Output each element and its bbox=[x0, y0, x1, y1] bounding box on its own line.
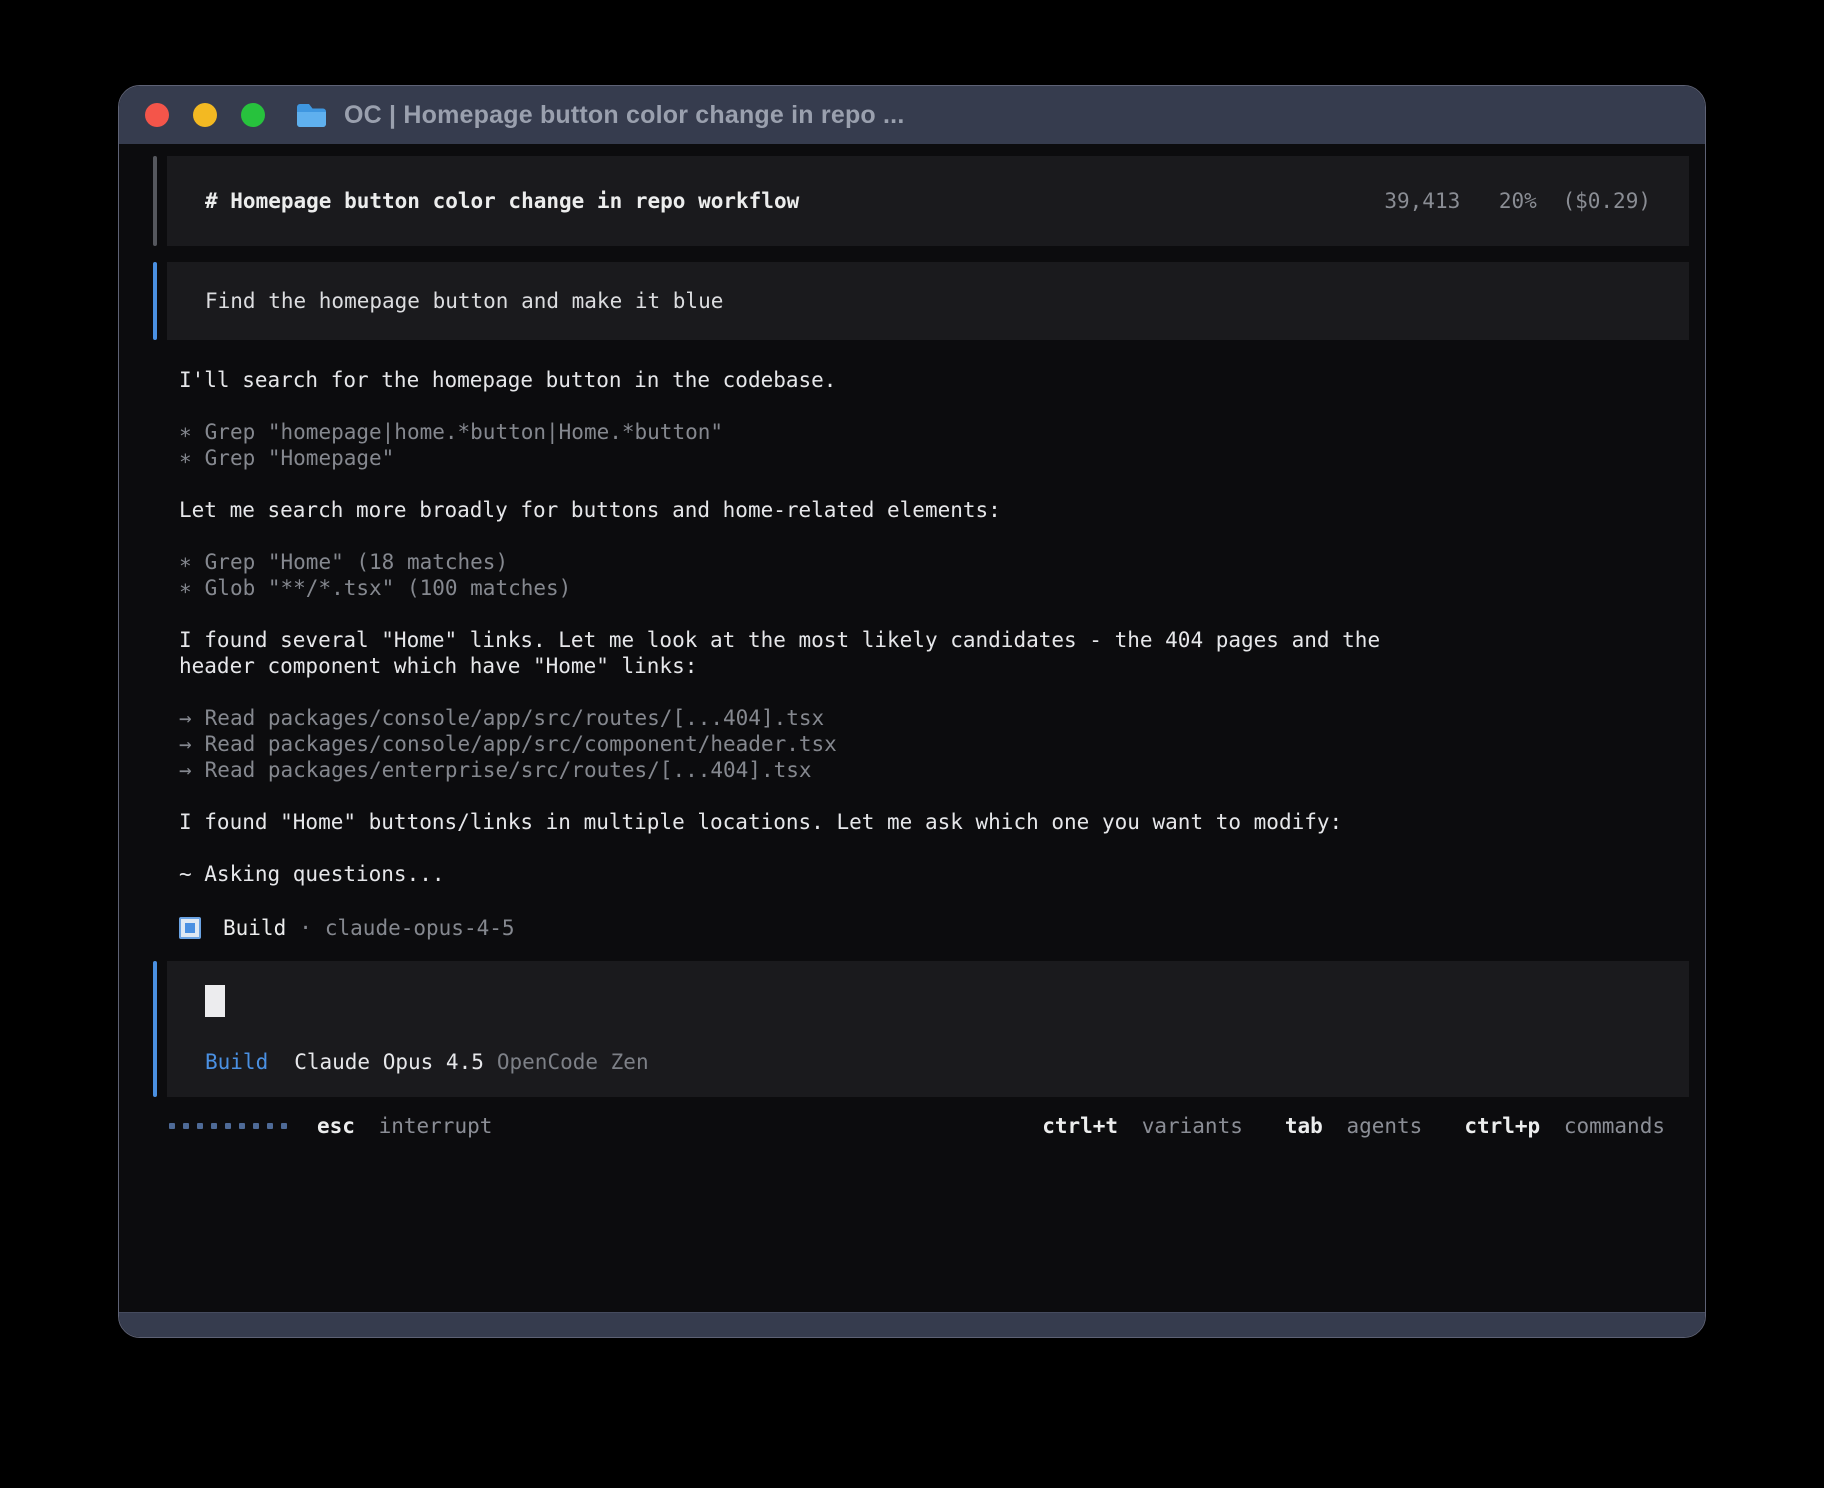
tool-call-text: Glob "**/*.tsx" (100 matches) bbox=[205, 575, 572, 601]
shortcut-key: ctrl+p bbox=[1464, 1114, 1540, 1138]
asterisk-icon: ∗ bbox=[179, 575, 192, 601]
asterisk-icon: ∗ bbox=[179, 419, 192, 445]
spinner-dot bbox=[281, 1123, 287, 1129]
shortcut-key: tab bbox=[1285, 1114, 1323, 1138]
window-title: OC | Homepage button color change in rep… bbox=[344, 101, 904, 130]
asterisk-icon: ∗ bbox=[179, 549, 192, 575]
read-call-item: → Read packages/console/app/src/routes/[… bbox=[179, 705, 1424, 731]
dot-separator: · bbox=[299, 915, 312, 941]
spinner-dot bbox=[239, 1123, 245, 1129]
session-cost: ($0.29) bbox=[1562, 189, 1651, 213]
minimize-button[interactable] bbox=[193, 103, 217, 127]
assistant-text-found-buttons: I found "Home" buttons/links in multiple… bbox=[179, 809, 1424, 835]
close-button[interactable] bbox=[145, 103, 169, 127]
arrow-right-icon: → bbox=[179, 757, 192, 783]
agent-badge: Build · claude-opus-4-5 bbox=[179, 915, 1424, 941]
provider-label: OpenCode Zen bbox=[497, 1049, 649, 1075]
interrupt-label: interrupt bbox=[379, 1114, 493, 1138]
agent-name: Build bbox=[223, 915, 286, 941]
terminal-content: # Homepage button color change in repo w… bbox=[119, 144, 1705, 1312]
tool-call-list: ∗ Grep "Home" (18 matches) ∗ Glob "**/*.… bbox=[179, 549, 1424, 601]
shortcut-commands: ctrl+p commands bbox=[1464, 1113, 1665, 1139]
session-stats: 39,413 20% ($0.29) bbox=[1384, 188, 1651, 214]
esc-key: esc bbox=[317, 1114, 355, 1138]
arrow-right-icon: → bbox=[179, 731, 192, 757]
asterisk-icon: ∗ bbox=[179, 445, 192, 471]
asking-questions-status: ~ Asking questions... bbox=[179, 861, 1424, 887]
input-meta: Build Claude Opus 4.5 OpenCode Zen bbox=[205, 1049, 1651, 1075]
shortcut-action: agents bbox=[1346, 1114, 1422, 1138]
prompt-input[interactable]: Build Claude Opus 4.5 OpenCode Zen bbox=[153, 961, 1689, 1097]
tool-call-item: ∗ Grep "Homepage" bbox=[179, 445, 1424, 471]
assistant-text-intro: I'll search for the homepage button in t… bbox=[179, 367, 1424, 393]
tool-call-text: Grep "homepage|home.*button|Home.*button… bbox=[205, 419, 723, 445]
shortcut-key: ctrl+t bbox=[1042, 1114, 1118, 1138]
assistant-text-found-links: I found several "Home" links. Let me loo… bbox=[179, 627, 1424, 679]
model-label[interactable]: Claude Opus 4.5 bbox=[294, 1049, 484, 1075]
tool-call-text: Grep "Homepage" bbox=[205, 445, 395, 471]
arrow-right-icon: → bbox=[179, 705, 192, 731]
spinner-dot bbox=[169, 1123, 175, 1129]
read-call-text: Read packages/console/app/src/component/… bbox=[205, 731, 837, 757]
session-title: # Homepage button color change in repo w… bbox=[205, 188, 799, 214]
agent-badge-icon bbox=[179, 917, 201, 939]
spinner-dot bbox=[197, 1123, 203, 1129]
assistant-text-broader: Let me search more broadly for buttons a… bbox=[179, 497, 1424, 523]
shortcut-action: variants bbox=[1142, 1114, 1243, 1138]
mode-label[interactable]: Build bbox=[205, 1049, 268, 1075]
folder-icon bbox=[295, 102, 328, 129]
interrupt-hint: esc interrupt bbox=[317, 1113, 492, 1139]
user-message-accent-bar bbox=[153, 262, 157, 340]
tool-call-list: ∗ Grep "homepage|home.*button|Home.*butt… bbox=[179, 419, 1424, 471]
spinner-dot bbox=[183, 1123, 189, 1129]
window-bottom-frame bbox=[119, 1312, 1705, 1337]
token-count: 39,413 bbox=[1384, 189, 1460, 213]
tool-call-item: ∗ Grep "homepage|home.*button|Home.*butt… bbox=[179, 419, 1424, 445]
session-header: # Homepage button color change in repo w… bbox=[153, 156, 1689, 246]
zoom-button[interactable] bbox=[241, 103, 265, 127]
user-message: Find the homepage button and make it blu… bbox=[153, 262, 1689, 340]
titlebar: OC | Homepage button color change in rep… bbox=[119, 86, 1705, 144]
agent-model: claude-opus-4-5 bbox=[325, 915, 515, 941]
shortcut-agents: tab agents bbox=[1285, 1113, 1422, 1139]
read-call-list: → Read packages/console/app/src/routes/[… bbox=[179, 705, 1424, 783]
spinner-dot bbox=[253, 1123, 259, 1129]
terminal-window: OC | Homepage button color change in rep… bbox=[118, 85, 1706, 1338]
transcript: I'll search for the homepage button in t… bbox=[179, 367, 1424, 941]
read-call-text: Read packages/enterprise/src/routes/[...… bbox=[205, 757, 812, 783]
read-call-item: → Read packages/console/app/src/componen… bbox=[179, 731, 1424, 757]
tool-call-item: ∗ Grep "Home" (18 matches) bbox=[179, 549, 1424, 575]
shortcut-variants: ctrl+t variants bbox=[1042, 1113, 1243, 1139]
tool-call-item: ∗ Glob "**/*.tsx" (100 matches) bbox=[179, 575, 1424, 601]
session-header-bar bbox=[153, 156, 157, 246]
text-cursor bbox=[205, 985, 225, 1017]
input-accent-bar bbox=[153, 961, 157, 1097]
traffic-lights bbox=[145, 103, 265, 127]
status-bar: esc interrupt ctrl+t variants tab agents… bbox=[153, 1109, 1689, 1143]
read-call-item: → Read packages/enterprise/src/routes/[.… bbox=[179, 757, 1424, 783]
spinner-dot bbox=[225, 1123, 231, 1129]
read-call-text: Read packages/console/app/src/routes/[..… bbox=[205, 705, 825, 731]
spinner-dot bbox=[211, 1123, 217, 1129]
context-percent: 20% bbox=[1499, 189, 1537, 213]
spinner-dots bbox=[169, 1123, 287, 1129]
user-message-text: Find the homepage button and make it blu… bbox=[205, 288, 723, 314]
tool-call-text: Grep "Home" (18 matches) bbox=[205, 549, 508, 575]
spinner-dot bbox=[267, 1123, 273, 1129]
shortcut-action: commands bbox=[1564, 1114, 1665, 1138]
